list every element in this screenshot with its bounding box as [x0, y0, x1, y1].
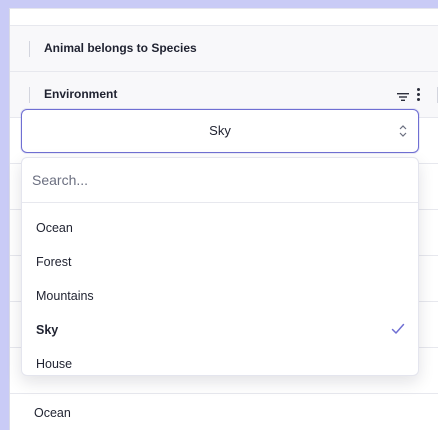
filter-icon[interactable]: [397, 89, 409, 107]
select-value: Sky: [209, 123, 231, 138]
option-label: Forest: [36, 255, 72, 269]
table-top-strip: [10, 9, 438, 26]
environment-dropdown: Ocean Forest Mountains Sky House: [21, 157, 419, 376]
environment-select[interactable]: Sky: [21, 109, 419, 153]
column-header-species[interactable]: Animal belongs to Species: [10, 26, 438, 72]
dropdown-search: [22, 158, 418, 203]
option-ocean[interactable]: Ocean: [22, 211, 418, 245]
option-label: Sky: [36, 323, 59, 337]
option-house[interactable]: House: [22, 347, 418, 381]
option-label: Ocean: [36, 221, 73, 235]
more-options-icon[interactable]: [416, 87, 420, 103]
option-forest[interactable]: Forest: [22, 245, 418, 279]
search-input[interactable]: [32, 170, 402, 190]
option-label: Mountains: [36, 289, 94, 303]
table-cell-environment[interactable]: Ocean: [34, 406, 71, 420]
column-divider: [29, 41, 30, 57]
checkmark-icon: [391, 322, 405, 336]
option-mountains[interactable]: Mountains: [22, 279, 418, 313]
option-sky[interactable]: Sky: [22, 313, 418, 347]
column-header-label: Environment: [44, 87, 118, 101]
option-label: House: [36, 357, 73, 371]
table-row: [10, 394, 438, 430]
chevron-up-down-icon: [398, 123, 408, 139]
column-divider: [29, 87, 30, 103]
column-header-label: Animal belongs to Species: [44, 41, 197, 55]
